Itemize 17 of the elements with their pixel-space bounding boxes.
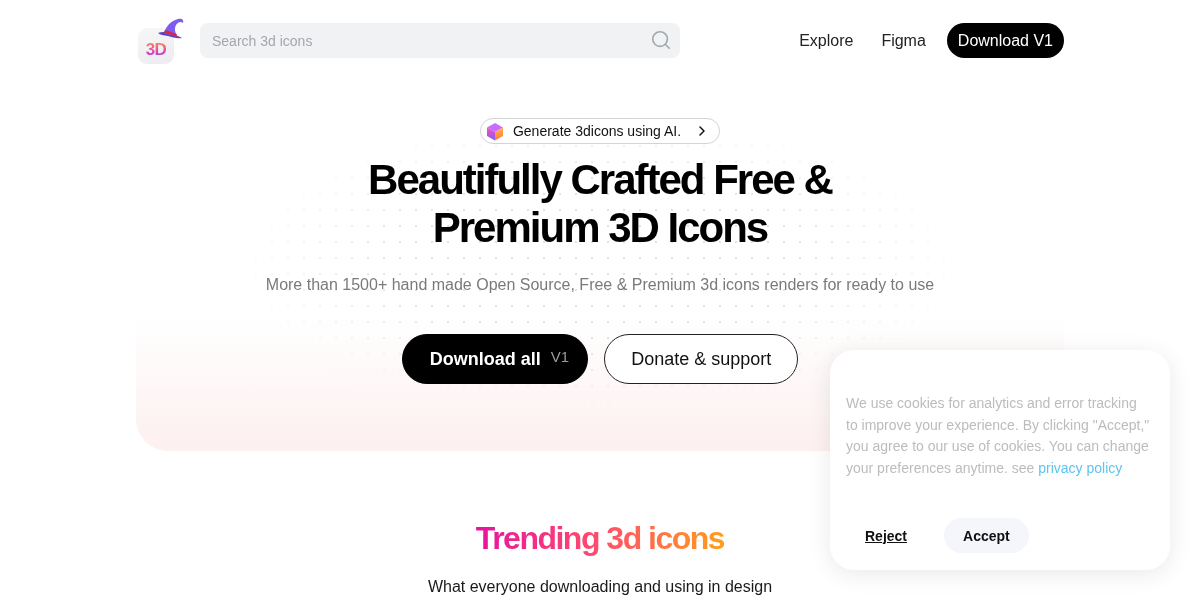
search-field[interactable]: Search 3d icons bbox=[200, 23, 680, 58]
hero-title: Beautifully Crafted Free & Premium 3D Icons bbox=[368, 156, 832, 252]
ai-generate-label: Generate 3dicons using AI. bbox=[512, 123, 682, 139]
section-subtitle: What everyone downloading and using in design bbox=[427, 577, 773, 597]
download-button[interactable]: Download V1 bbox=[946, 23, 1064, 58]
cube-icon bbox=[485, 121, 504, 141]
search-icon[interactable] bbox=[650, 29, 672, 51]
reject-button[interactable]: Reject bbox=[846, 518, 927, 553]
version-label: V1 bbox=[550, 347, 570, 365]
donate-button[interactable]: Donate & support bbox=[604, 334, 799, 384]
nav-link[interactable]: Explore bbox=[792, 31, 861, 50]
hero-subtitle: More than 1500+ hand made Open Source, Free & Premium 3d icons renders for ready to use bbox=[265, 275, 935, 295]
ai-generate-badge[interactable]: Generate 3dicons using AI. bbox=[479, 118, 721, 144]
nav-link[interactable]: Figma bbox=[874, 31, 933, 50]
accept-button[interactable]: Accept bbox=[944, 518, 1029, 553]
cookie-text: We use cookies for analytics and error tracking to improve your experience. By clicking "Accept," you agree to our use of cookies. You can change your preferences anytime. see privacy policy bbox=[846, 394, 1150, 478]
download-all-button[interactable]: Download all V1 bbox=[401, 334, 589, 384]
